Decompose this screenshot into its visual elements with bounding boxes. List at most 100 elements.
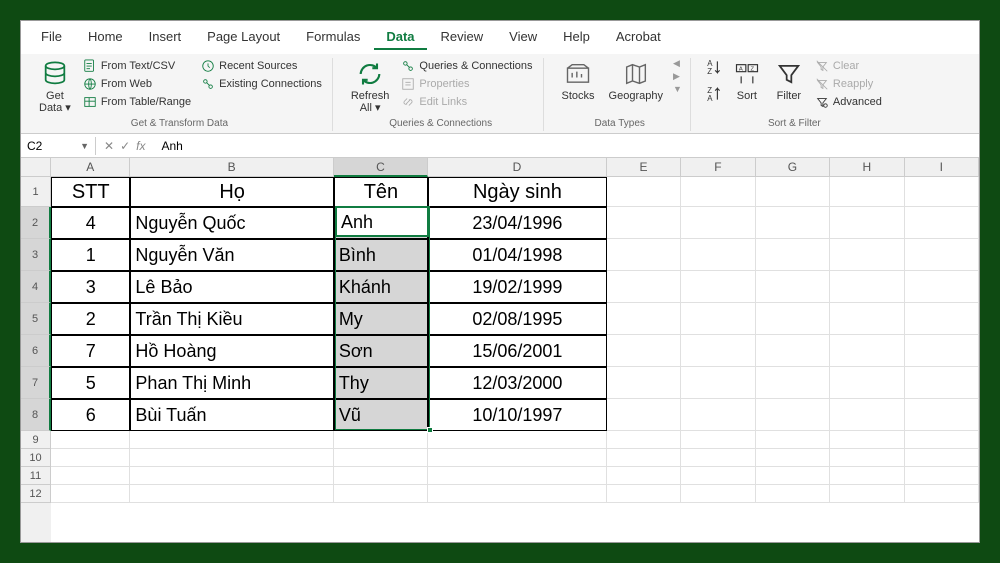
cell-C9[interactable] [334, 431, 428, 449]
chevron-right-icon[interactable]: ▶ [673, 71, 682, 82]
row-header-1[interactable]: 1 [21, 177, 51, 207]
col-header-A[interactable]: A [51, 158, 130, 177]
cell-G8[interactable] [756, 399, 830, 431]
cell-H1[interactable] [830, 177, 904, 207]
cell-D9[interactable] [428, 431, 607, 449]
cell-G4[interactable] [756, 271, 830, 303]
cell-F7[interactable] [681, 367, 755, 399]
cell-A10[interactable] [51, 449, 130, 467]
cell-A4[interactable]: 3 [51, 271, 130, 303]
geography-button[interactable]: Geography [605, 58, 667, 104]
cell-B1[interactable]: Họ [130, 177, 333, 207]
cell-G9[interactable] [756, 431, 830, 449]
col-header-I[interactable]: I [905, 158, 979, 177]
menu-file[interactable]: File [29, 25, 74, 50]
cell-E9[interactable] [607, 431, 681, 449]
cell-I5[interactable] [905, 303, 979, 335]
cell-A8[interactable]: 6 [51, 399, 130, 431]
col-header-B[interactable]: B [130, 158, 333, 177]
cell-C12[interactable] [334, 485, 428, 503]
cell-H12[interactable] [830, 485, 904, 503]
cell-C6[interactable]: Sơn [334, 335, 428, 367]
row-header-11[interactable]: 11 [21, 467, 51, 485]
cell-D1[interactable]: Ngày sinh [428, 177, 607, 207]
cell-C8[interactable]: Vũ [334, 399, 428, 431]
cell-C11[interactable] [334, 467, 428, 485]
cell-C1[interactable]: Tên [334, 177, 428, 207]
menu-insert[interactable]: Insert [137, 25, 194, 50]
confirm-icon[interactable]: ✓ [120, 139, 130, 153]
from-text-csv-button[interactable]: From Text/CSV [81, 58, 193, 74]
row-header-2[interactable]: 2 [21, 207, 51, 239]
cell-C2[interactable]: Anh [334, 207, 428, 239]
cell-F10[interactable] [681, 449, 755, 467]
cell-I4[interactable] [905, 271, 979, 303]
get-data-button[interactable]: GetData ▾ [35, 58, 75, 116]
cell-H5[interactable] [830, 303, 904, 335]
cell-H11[interactable] [830, 467, 904, 485]
cell-D2[interactable]: 23/04/1996 [428, 207, 607, 239]
menu-view[interactable]: View [497, 25, 549, 50]
cell-I10[interactable] [905, 449, 979, 467]
cell-H7[interactable] [830, 367, 904, 399]
menu-page-layout[interactable]: Page Layout [195, 25, 292, 50]
cell-I12[interactable] [905, 485, 979, 503]
col-header-C[interactable]: C [334, 158, 428, 177]
menu-review[interactable]: Review [429, 25, 496, 50]
cell-I11[interactable] [905, 467, 979, 485]
menu-help[interactable]: Help [551, 25, 602, 50]
cell-B4[interactable]: Lê Bảo [130, 271, 333, 303]
cell-D6[interactable]: 15/06/2001 [428, 335, 607, 367]
from-web-button[interactable]: From Web [81, 76, 193, 92]
cell-E10[interactable] [607, 449, 681, 467]
cell-B12[interactable] [130, 485, 333, 503]
cell-D12[interactable] [428, 485, 607, 503]
cell-G12[interactable] [756, 485, 830, 503]
cell-E1[interactable] [607, 177, 681, 207]
existing-connections-button[interactable]: Existing Connections [199, 76, 324, 92]
cell-A11[interactable] [51, 467, 130, 485]
row-header-3[interactable]: 3 [21, 239, 51, 271]
cell-H2[interactable] [830, 207, 904, 239]
cell-D3[interactable]: 01/04/1998 [428, 239, 607, 271]
menu-home[interactable]: Home [76, 25, 135, 50]
cell-E3[interactable] [607, 239, 681, 271]
cell-D7[interactable]: 12/03/2000 [428, 367, 607, 399]
cell-F3[interactable] [681, 239, 755, 271]
filter-button[interactable]: Filter [771, 58, 807, 104]
row-header-12[interactable]: 12 [21, 485, 51, 503]
cell-A9[interactable] [51, 431, 130, 449]
cell-C5[interactable]: My [334, 303, 428, 335]
cell-G2[interactable] [756, 207, 830, 239]
cell-F4[interactable] [681, 271, 755, 303]
cell-E6[interactable] [607, 335, 681, 367]
cell-G10[interactable] [756, 449, 830, 467]
cell-H3[interactable] [830, 239, 904, 271]
cell-E12[interactable] [607, 485, 681, 503]
menu-data[interactable]: Data [374, 25, 426, 50]
fill-handle[interactable] [427, 427, 433, 433]
cell-E7[interactable] [607, 367, 681, 399]
cell-A7[interactable]: 5 [51, 367, 130, 399]
sort-asc-button[interactable]: AZ [705, 58, 723, 79]
cell-F2[interactable] [681, 207, 755, 239]
cell-G6[interactable] [756, 335, 830, 367]
sort-desc-button[interactable]: ZA [705, 85, 723, 106]
name-box[interactable]: C2 ▼ [21, 137, 96, 155]
from-table-range-button[interactable]: From Table/Range [81, 94, 193, 110]
stocks-button[interactable]: Stocks [558, 58, 599, 104]
cell-F1[interactable] [681, 177, 755, 207]
fx-icon[interactable]: fx [136, 139, 145, 153]
row-header-10[interactable]: 10 [21, 449, 51, 467]
cell-B6[interactable]: Hồ Hoàng [130, 335, 333, 367]
cell-I7[interactable] [905, 367, 979, 399]
cell-H10[interactable] [830, 449, 904, 467]
cell-G5[interactable] [756, 303, 830, 335]
cell-G1[interactable] [756, 177, 830, 207]
col-header-E[interactable]: E [607, 158, 681, 177]
cells-area[interactable]: STTHọTênNgày sinh4Nguyễn QuốcAnh23/04/19… [51, 177, 979, 542]
cell-B2[interactable]: Nguyễn Quốc [130, 207, 333, 239]
row-header-6[interactable]: 6 [21, 335, 51, 367]
col-header-F[interactable]: F [681, 158, 755, 177]
cell-A5[interactable]: 2 [51, 303, 130, 335]
